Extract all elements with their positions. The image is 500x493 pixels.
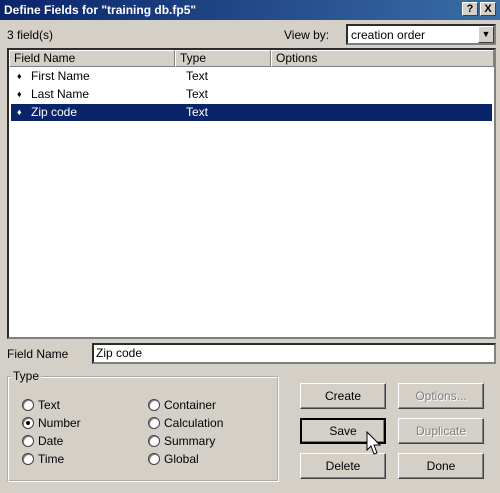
- field-name-cell: Last Name: [31, 87, 90, 101]
- radio-label: Calculation: [164, 416, 224, 430]
- done-button[interactable]: Done: [398, 453, 484, 479]
- view-by-label: View by:: [284, 28, 330, 42]
- radio-label: Summary: [164, 434, 216, 448]
- column-header-field-name[interactable]: Field Name: [9, 50, 175, 67]
- radio-circle-icon: [148, 435, 160, 447]
- fields-list[interactable]: Field Name Type Options ♦ First Name Tex…: [7, 48, 496, 339]
- radio-label: Date: [38, 434, 64, 448]
- radio-circle-icon: [148, 453, 160, 465]
- list-item[interactable]: ♦ Last Name Text: [11, 86, 492, 103]
- radio-label: Time: [38, 452, 65, 466]
- title-bar: Define Fields for "training db.fp5" ? X: [0, 0, 500, 20]
- type-group-legend: Type: [11, 369, 42, 383]
- chevron-down-icon[interactable]: ▼: [478, 26, 494, 43]
- field-type-cell: Text: [186, 105, 209, 119]
- view-by-select[interactable]: creation order ▼: [346, 24, 496, 45]
- list-item-selected[interactable]: ♦ Zip code Text: [11, 104, 492, 121]
- radio-label: Number: [38, 416, 81, 430]
- duplicate-button[interactable]: Duplicate: [398, 418, 484, 444]
- list-item[interactable]: ♦ First Name Text: [11, 68, 492, 85]
- radio-label: Global: [164, 452, 199, 466]
- radio-circle-icon: [22, 453, 34, 465]
- field-name-label: Field Name: [7, 347, 69, 361]
- radio-circle-icon: [148, 399, 160, 411]
- help-button[interactable]: ?: [462, 2, 478, 16]
- radio-circle-icon: [148, 417, 160, 429]
- radio-circle-icon: [22, 399, 34, 411]
- window-title: Define Fields for "training db.fp5": [4, 3, 197, 17]
- field-bullet-icon: ♦: [17, 71, 22, 81]
- close-button[interactable]: X: [480, 2, 496, 16]
- field-type-cell: Text: [186, 69, 209, 83]
- radio-label: Text: [38, 398, 61, 412]
- field-count: 3 field(s): [7, 28, 54, 42]
- list-header: Field Name Type Options: [9, 50, 494, 67]
- radio-selected-icon: [22, 417, 34, 429]
- field-bullet-icon: ♦: [17, 89, 22, 99]
- field-type-cell: Text: [186, 87, 209, 101]
- field-name-input[interactable]: Zip code: [92, 343, 496, 364]
- radio-circle-icon: [22, 435, 34, 447]
- options-button[interactable]: Options...: [398, 383, 484, 409]
- radio-label: Container: [164, 398, 217, 412]
- view-by-value: creation order: [351, 28, 426, 42]
- field-name-cell: First Name: [31, 69, 90, 83]
- column-header-options[interactable]: Options: [271, 50, 494, 67]
- mouse-pointer-icon: [366, 431, 382, 455]
- field-bullet-icon: ♦: [17, 107, 22, 117]
- column-header-type[interactable]: Type: [175, 50, 271, 67]
- define-fields-dialog: Define Fields for "training db.fp5" ? X …: [0, 0, 500, 493]
- create-button[interactable]: Create: [300, 383, 386, 409]
- field-name-cell: Zip code: [31, 105, 78, 119]
